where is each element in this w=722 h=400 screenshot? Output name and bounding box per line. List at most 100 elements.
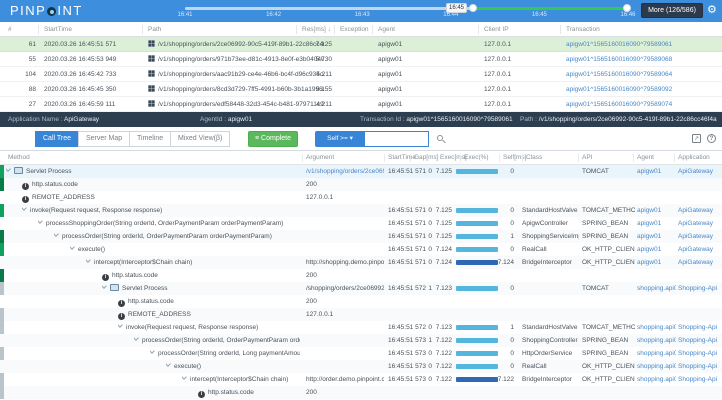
transaction-row[interactable]: 1042020.03.26 16:45:42 733/v1/shopping/o… <box>0 67 722 82</box>
cell-agent-link[interactable]: shopping.api01 <box>637 282 676 295</box>
calltree-row[interactable]: invoke(Request request, Response respons… <box>0 204 722 217</box>
collapse-chevron-icon[interactable] <box>70 244 75 250</box>
column-header-method[interactable]: Method <box>8 151 30 165</box>
cell-application-link[interactable]: ApiGateway <box>678 230 720 243</box>
collapse-chevron-icon[interactable] <box>166 361 171 367</box>
cell-application-link[interactable]: ApiGateway <box>678 243 720 256</box>
transaction-row[interactable]: 552020.03.26 16:45:53 949/v1/shopping/or… <box>0 52 722 67</box>
tab-mixed-view-[interactable]: Mixed View(β) <box>170 131 230 147</box>
cell-method[interactable]: iREMOTE_ADDRESS <box>118 308 300 321</box>
cell-method[interactable]: intercept(Interceptor$Chain chain) <box>182 373 300 386</box>
collapse-chevron-icon[interactable] <box>54 231 59 237</box>
cell-application-link[interactable]: ApiGateway <box>678 256 720 269</box>
help-icon[interactable]: ? <box>707 134 716 143</box>
cell-application-link[interactable]: ApiGateway <box>678 217 720 230</box>
column-header-num[interactable]: # <box>8 22 12 37</box>
tab-server-map[interactable]: Server Map <box>78 131 130 147</box>
slider-left-handle[interactable] <box>469 4 477 12</box>
column-header-agent[interactable]: Agent <box>378 22 395 37</box>
cell-agent-link[interactable]: apigw01 <box>637 243 676 256</box>
cell-method[interactable]: processOrder(String orderId, OrderPaymen… <box>134 334 300 347</box>
cell-transaction-link[interactable]: apigw01^1565160016090^79589074 <box>566 97 716 112</box>
cell-application-link[interactable]: Shopping-Api <box>678 373 720 386</box>
gear-icon[interactable]: ⚙ <box>707 3 717 18</box>
column-header-exec[interactable]: Exec[ms] <box>440 151 467 165</box>
cell-method[interactable]: execute() <box>166 360 300 373</box>
column-header-argument[interactable]: Argument <box>306 151 334 165</box>
cell-agent-link[interactable]: apigw01 <box>637 256 676 269</box>
collapse-chevron-icon[interactable] <box>38 218 43 224</box>
cell-transaction-link[interactable]: apigw01^1565160016090^79589068 <box>566 52 716 67</box>
complete-button[interactable]: ≡ Complete <box>248 131 298 147</box>
cell-application-link[interactable]: Shopping-Api <box>678 347 720 360</box>
cell-application-link[interactable]: ApiGateway <box>678 204 720 217</box>
calltree-row[interactable]: ihttp.status.code200 <box>0 295 722 308</box>
tab-timeline[interactable]: Timeline <box>129 131 171 147</box>
calltree-row[interactable]: intercept(Interceptor$Chain chain)http:/… <box>0 256 722 269</box>
cell-agent-link[interactable]: shopping.api01 <box>637 347 676 360</box>
cell-method[interactable]: ihttp.status.code <box>102 269 300 282</box>
calltree-row[interactable]: ihttp.status.code200 <box>0 269 722 282</box>
column-header-agent[interactable]: Agent <box>637 151 654 165</box>
column-header-start[interactable]: StartTime <box>388 151 416 165</box>
open-new-window-icon[interactable]: ↗ <box>692 134 701 143</box>
calltree-row[interactable]: processOrder(String orderId, Long paymen… <box>0 347 722 360</box>
cell-method[interactable]: execute() <box>70 243 300 256</box>
cell-agent-link[interactable]: apigw01 <box>637 165 676 178</box>
calltree-row[interactable]: iREMOTE_ADDRESS127.0.0.1 <box>0 191 722 204</box>
cell-agent-link[interactable]: shopping.api01 <box>637 334 676 347</box>
column-header-start[interactable]: StartTime <box>44 22 72 37</box>
tab-call-tree[interactable]: Call Tree <box>35 131 79 147</box>
cell-agent-link[interactable]: shopping.api01 <box>637 321 676 334</box>
collapse-chevron-icon[interactable] <box>182 374 187 380</box>
search-icon[interactable] <box>437 135 443 141</box>
calltree-row[interactable]: ihttp.status.code200 <box>0 178 722 191</box>
collapse-chevron-icon[interactable] <box>6 166 11 172</box>
cell-method[interactable]: ihttp.status.code <box>118 295 300 308</box>
calltree-row[interactable]: execute()16:45:51 57107.1240RealCallOK_H… <box>0 243 722 256</box>
collapse-chevron-icon[interactable] <box>118 322 123 328</box>
calltree-row[interactable]: Servlet Process/shopping/orders/2ce06992… <box>0 282 722 295</box>
slider-selected-range[interactable] <box>473 7 628 10</box>
cell-transaction-link[interactable]: apigw01^1565160016090^79589064 <box>566 67 716 82</box>
collapse-chevron-icon[interactable] <box>22 205 27 211</box>
collapse-chevron-icon[interactable] <box>86 257 91 263</box>
collapse-chevron-icon[interactable] <box>150 348 155 354</box>
column-header-api[interactable]: API <box>582 151 592 165</box>
column-header-execpct[interactable]: Exec(%) <box>464 151 489 165</box>
more-button[interactable]: More (126/586) <box>641 3 703 18</box>
cell-argument[interactable]: /v1/shopping/orders/2ce06992-90c... <box>306 165 384 178</box>
cell-method[interactable]: processShoppingOrder(String orderId, Ord… <box>38 217 300 230</box>
column-header-class[interactable]: Class <box>526 151 542 165</box>
cell-method[interactable]: invoke(Request request, Response respons… <box>118 321 300 334</box>
column-header-client_ip[interactable]: Client IP <box>484 22 509 37</box>
cell-method[interactable]: Servlet Process <box>102 282 300 295</box>
transaction-row[interactable]: 882020.03.26 16:45:45 350/v1/shopping/or… <box>0 82 722 97</box>
cell-agent-link[interactable]: shopping.api01 <box>637 360 676 373</box>
column-header-path[interactable]: Path <box>148 22 161 37</box>
calltree-row[interactable]: processOrder(String orderId, OrderPaymen… <box>0 230 722 243</box>
cell-method[interactable]: intercept(Interceptor$Chain chain) <box>86 256 300 269</box>
calltree-row[interactable]: invoke(Request request, Response respons… <box>0 321 722 334</box>
cell-method[interactable]: ihttp.status.code <box>198 386 300 399</box>
calltree-row[interactable]: iREMOTE_ADDRESS127.0.0.1 <box>0 308 722 321</box>
self-filter-dropdown[interactable]: Self >= ▾ <box>315 131 365 147</box>
cell-application-link[interactable]: Shopping-Api <box>678 334 720 347</box>
column-header-exception[interactable]: Exception <box>340 22 369 37</box>
cell-agent-link[interactable]: shopping.api01 <box>637 373 676 386</box>
calltree-search-input[interactable] <box>365 131 429 147</box>
cell-method[interactable]: iREMOTE_ADDRESS <box>22 191 300 204</box>
time-range-slider[interactable]: 16:45 16:4116:4216:4316:4416:4516:46 <box>0 0 722 22</box>
cell-agent-link[interactable]: apigw01 <box>637 230 676 243</box>
calltree-row[interactable]: processShoppingOrder(String orderId, Ord… <box>0 217 722 230</box>
cell-method[interactable]: processOrder(String orderId, OrderPaymen… <box>54 230 300 243</box>
cell-application-link[interactable]: ApiGateway <box>678 165 720 178</box>
calltree-row[interactable]: Servlet Process/v1/shopping/orders/2ce06… <box>0 165 722 178</box>
calltree-row[interactable]: execute()16:45:51 57307.1220RealCallOK_H… <box>0 360 722 373</box>
transaction-row[interactable]: 612020.03.26 16:45:51 571/v1/shopping/or… <box>0 37 722 52</box>
column-header-app[interactable]: Application <box>678 151 710 165</box>
cell-transaction-link[interactable]: apigw01^1565160016090^79589092 <box>566 82 716 97</box>
cell-method[interactable]: invoke(Request request, Response respons… <box>22 204 300 217</box>
cell-agent-link[interactable]: apigw01 <box>637 217 676 230</box>
cell-agent-link[interactable]: apigw01 <box>637 204 676 217</box>
